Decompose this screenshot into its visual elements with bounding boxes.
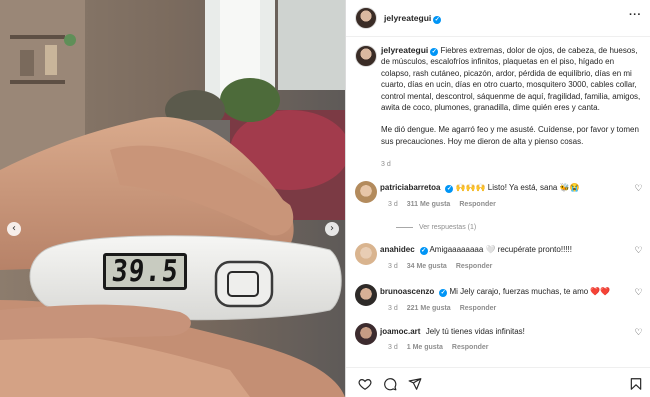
comment-text: anahidec ✓ Amigaaaaaaaa 🤍 recupérate pron… xyxy=(380,245,625,255)
comment-meta: 3 d 221 Me gusta Responder xyxy=(388,305,505,312)
reply-button[interactable]: Responder xyxy=(452,344,489,351)
share-icon[interactable] xyxy=(408,377,422,391)
caption-paragraph-1: jelyreategui ✓ Fiebres extremas, dolor de… xyxy=(381,45,645,113)
caption-username[interactable]: jelyreategui xyxy=(381,45,428,55)
reply-button[interactable]: Responder xyxy=(459,201,496,208)
post-header: jelyreategui ✓ ··· xyxy=(346,0,650,37)
heart-icon[interactable]: ♡ xyxy=(634,288,643,297)
verified-badge-icon: ✓ xyxy=(430,48,439,56)
comment-text: joamoc.art Jely tú tienes vidas infinita… xyxy=(380,327,625,337)
comment-time: 3 d xyxy=(388,305,398,312)
avatar[interactable] xyxy=(355,284,377,306)
caption-avatar[interactable] xyxy=(355,45,377,67)
reply-button[interactable]: Responder xyxy=(460,305,497,312)
view-replies-label[interactable]: Ver respuestas (1) xyxy=(419,224,476,231)
caption-text: Fiebres extremas, dolor de ojos, de cabe… xyxy=(381,46,641,113)
comment-time: 3 d xyxy=(388,263,398,270)
caption-timestamp: 3 d xyxy=(381,161,391,168)
verified-badge-icon: ✓ xyxy=(419,247,428,255)
heart-icon[interactable] xyxy=(358,377,372,391)
comment-username[interactable]: brunoascenzo xyxy=(380,287,434,296)
post-side-panel: jelyreategui ✓ ··· jelyreategui ✓ Fiebres … xyxy=(345,0,650,397)
comment-icon[interactable] xyxy=(383,377,397,391)
heart-icon[interactable]: ♡ xyxy=(634,246,643,255)
thermometer-display: 39.5 xyxy=(103,253,187,290)
thermometer-photo xyxy=(0,0,345,397)
caption-time: 3 d xyxy=(381,161,400,168)
comment-meta: 3 d 311 Me gusta Responder xyxy=(388,201,505,208)
comment-meta: 3 d 34 Me gusta Responder xyxy=(388,263,501,270)
heart-icon[interactable]: ♡ xyxy=(634,184,643,193)
comment-username[interactable]: patriciabarretoa xyxy=(380,183,440,192)
avatar[interactable] xyxy=(355,243,377,265)
chevron-right-icon[interactable]: › xyxy=(325,222,339,236)
post-actions xyxy=(346,367,650,397)
avatar[interactable] xyxy=(355,323,377,345)
post-caption: jelyreategui ✓ Fiebres extremas, dolor de… xyxy=(381,45,645,147)
comment-likes[interactable]: 311 Me gusta xyxy=(407,201,451,208)
comment-text: patriciabarretoa ✓ 🙌🙌🙌 Listo! Ya está, sa… xyxy=(380,183,625,193)
comment-username[interactable]: anahidec xyxy=(380,245,415,254)
comment-time: 3 d xyxy=(388,344,398,351)
heart-icon[interactable]: ♡ xyxy=(634,328,643,337)
comment-body: Amigaaaaaaaa 🤍 recupérate pronto!!!!! xyxy=(429,245,572,254)
author-name[interactable]: jelyreategui xyxy=(384,13,431,23)
comment-time: 3 d xyxy=(388,201,398,208)
author-username[interactable]: jelyreategui ✓ xyxy=(384,13,442,24)
comment-likes[interactable]: 34 Me gusta xyxy=(407,263,447,270)
comment-likes[interactable]: 221 Me gusta xyxy=(407,305,451,312)
avatar[interactable] xyxy=(355,7,377,29)
comment-likes[interactable]: 1 Me gusta xyxy=(407,344,443,351)
comment-body: Jely tú tienes vidas infinitas! xyxy=(425,327,525,336)
bookmark-icon[interactable] xyxy=(629,377,643,391)
view-replies-button[interactable]: Ver respuestas (1) xyxy=(396,224,476,231)
avatar[interactable] xyxy=(355,181,377,203)
chevron-left-icon[interactable]: ‹ xyxy=(7,222,21,236)
verified-badge-icon: ✓ xyxy=(439,289,448,297)
verified-badge-icon: ✓ xyxy=(433,16,442,24)
comment-meta: 3 d 1 Me gusta Responder xyxy=(388,344,497,351)
comment-text: brunoascenzo ✓ Mi Jely carajo, fuerzas mu… xyxy=(380,287,625,297)
comment-username[interactable]: joamoc.art xyxy=(380,327,420,336)
post-photo[interactable]: 39.5 ‹ › xyxy=(0,0,345,397)
reply-button[interactable]: Responder xyxy=(456,263,493,270)
temperature-reading: 39.5 xyxy=(109,254,181,289)
verified-badge-icon: ✓ xyxy=(445,185,454,193)
comment-body: 🙌🙌🙌 Listo! Ya está, sana 🐝😭 xyxy=(455,183,580,192)
comment-body: Mi Jely carajo, fuerzas muchas, te amo ❤… xyxy=(449,287,611,296)
more-options-icon[interactable]: ··· xyxy=(629,9,642,21)
caption-paragraph-2: Me dió dengue. Me agarró feo y me asusté… xyxy=(381,125,639,146)
